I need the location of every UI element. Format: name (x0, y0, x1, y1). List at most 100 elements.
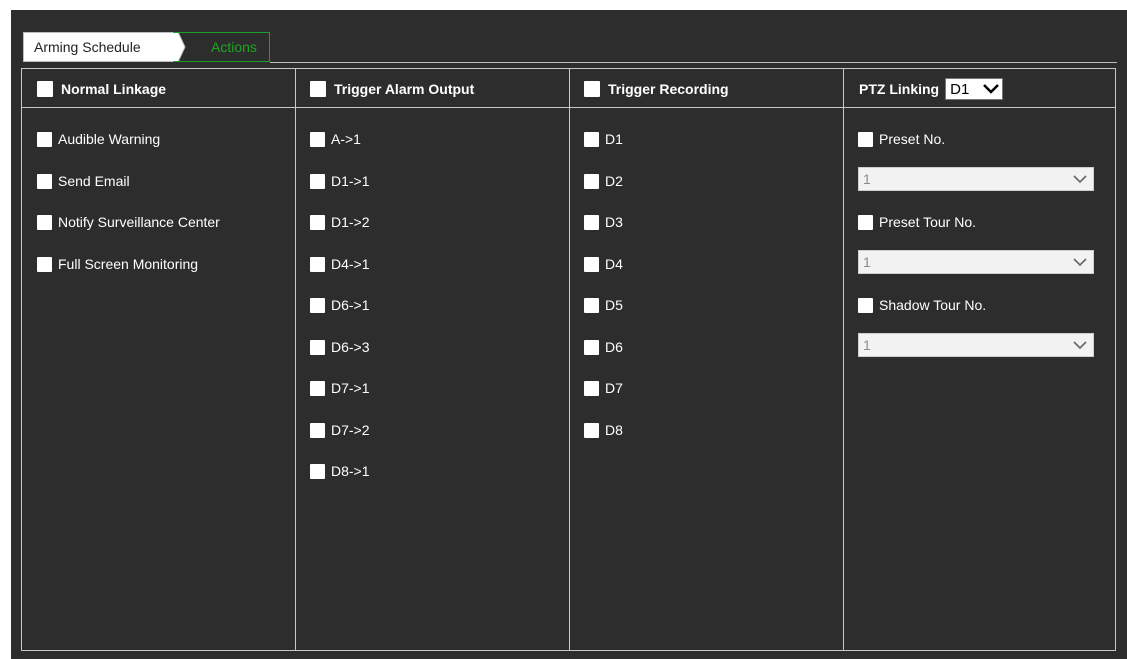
alarm-output-label: D7->2 (331, 422, 370, 438)
preset-tour-checkbox[interactable] (858, 214, 873, 230)
recording-channel-checkbox[interactable] (584, 380, 599, 396)
alarm-output-label: D4->1 (331, 256, 370, 272)
trigger-alarm-output-header: Trigger Alarm Output (310, 79, 474, 99)
recording-channel-label: D2 (605, 173, 623, 189)
notify-surveillance-center-label: Notify Surveillance Center (58, 214, 220, 230)
recording-channel-label: D8 (605, 422, 623, 438)
normal-linkage-checkbox[interactable] (37, 81, 53, 97)
column-trigger-recording: Trigger Recording D1 D2 D3 D4 D5 D6 D7 D… (569, 69, 843, 650)
preset-checkbox[interactable] (858, 131, 873, 147)
trigger-alarm-output-checkbox[interactable] (310, 81, 326, 97)
preset-tour-select[interactable]: 1 (858, 250, 1094, 274)
alarm-output-label: D6->1 (331, 297, 370, 313)
recording-channel-checkbox[interactable] (584, 131, 599, 147)
alarm-output-label: D6->3 (331, 339, 370, 355)
list-item: Notify Surveillance Center (37, 212, 220, 232)
list-item: Send Email (37, 171, 130, 191)
shadow-tour-checkbox[interactable] (858, 297, 873, 313)
shadow-tour-select[interactable]: 1 (858, 333, 1094, 357)
alarm-output-label: D7->1 (331, 380, 370, 396)
preset-select-value: 1 (863, 171, 871, 187)
recording-channel-label: D5 (605, 297, 623, 313)
alarm-output-checkbox[interactable] (310, 380, 325, 396)
full-screen-monitoring-label: Full Screen Monitoring (58, 256, 199, 272)
audible-warning-checkbox[interactable] (37, 131, 52, 147)
alarm-output-checkbox[interactable] (310, 256, 325, 272)
list-item: D1->1 (310, 171, 370, 191)
list-item: D3 (584, 212, 623, 232)
send-email-label: Send Email (58, 173, 130, 189)
recording-channel-label: D4 (605, 256, 623, 272)
list-item: A->1 (310, 129, 361, 149)
ptz-linking-label: PTZ Linking (859, 81, 940, 97)
recording-channel-checkbox[interactable] (584, 173, 599, 189)
recording-channel-label: D1 (605, 131, 623, 147)
recording-channel-label: D3 (605, 214, 623, 230)
trigger-recording-header: Trigger Recording (584, 79, 729, 99)
list-item: D8->1 (310, 461, 370, 481)
recording-channel-checkbox[interactable] (584, 339, 599, 355)
audible-warning-label: Audible Warning (58, 131, 161, 147)
chevron-down-icon (1073, 341, 1087, 350)
alarm-output-checkbox[interactable] (310, 422, 325, 438)
column-normal-linkage: Normal Linkage Audible Warning Send Emai… (22, 69, 295, 650)
preset-select[interactable]: 1 (858, 167, 1094, 191)
shadow-tour-select-value: 1 (863, 337, 871, 353)
column-trigger-alarm-output: Trigger Alarm Output A->1 D1->1 D1->2 D4… (295, 69, 569, 650)
tab-arming-schedule[interactable]: Arming Schedule (23, 32, 173, 62)
recording-channel-label: D6 (605, 339, 623, 355)
alarm-output-checkbox[interactable] (310, 214, 325, 230)
alarm-output-checkbox[interactable] (310, 131, 325, 147)
alarm-output-checkbox[interactable] (310, 173, 325, 189)
trigger-recording-checkbox[interactable] (584, 81, 600, 97)
list-item: D7->1 (310, 378, 370, 398)
alarm-output-label: D1->1 (331, 173, 370, 189)
alarm-output-checkbox[interactable] (310, 297, 325, 313)
list-item: D2 (584, 171, 623, 191)
alarm-output-label: D1->2 (331, 214, 370, 230)
full-screen-monitoring-checkbox[interactable] (37, 256, 52, 272)
normal-linkage-header: Normal Linkage (37, 79, 166, 99)
column-ptz-linking: PTZ Linking D1 Preset No. 1 Preset Tour … (843, 69, 1116, 650)
recording-channel-checkbox[interactable] (584, 297, 599, 313)
tab-actions[interactable]: Actions (173, 32, 270, 62)
alarm-output-checkbox[interactable] (310, 463, 325, 479)
chevron-down-icon (983, 84, 999, 94)
ptz-channel-select[interactable]: D1 (945, 78, 1004, 100)
ptz-linking-header: PTZ Linking D1 (859, 78, 1004, 100)
list-item: D5 (584, 295, 623, 315)
alarm-output-checkbox[interactable] (310, 339, 325, 355)
list-item: Preset No. (858, 129, 945, 149)
list-item: D4->1 (310, 254, 370, 274)
list-item: Audible Warning (37, 129, 160, 149)
alarm-output-label: D8->1 (331, 463, 370, 479)
recording-channel-checkbox[interactable] (584, 214, 599, 230)
send-email-checkbox[interactable] (37, 173, 52, 189)
list-item: Full Screen Monitoring (37, 254, 198, 274)
ptz-channel-value: D1 (950, 80, 970, 98)
list-item: D6->1 (310, 295, 370, 315)
normal-linkage-label: Normal Linkage (61, 81, 167, 97)
trigger-alarm-output-label: Trigger Alarm Output (334, 81, 475, 97)
list-item: D8 (584, 420, 623, 440)
linkage-grid: Normal Linkage Audible Warning Send Emai… (21, 68, 1116, 651)
list-item: D1->2 (310, 212, 370, 232)
recording-channel-checkbox[interactable] (584, 422, 599, 438)
shadow-tour-label: Shadow Tour No. (879, 297, 987, 313)
list-item: D7->2 (310, 420, 370, 440)
list-item: D6 (584, 337, 623, 357)
list-item: Preset Tour No. (858, 212, 976, 232)
alarm-output-label: A->1 (331, 131, 361, 147)
list-item: D6->3 (310, 337, 370, 357)
notify-surveillance-center-checkbox[interactable] (37, 214, 52, 230)
list-item: D7 (584, 378, 623, 398)
preset-label: Preset No. (879, 131, 946, 147)
list-item: D4 (584, 254, 623, 274)
chevron-down-icon (1073, 258, 1087, 267)
trigger-recording-label: Trigger Recording (608, 81, 729, 97)
preset-tour-label: Preset Tour No. (879, 214, 977, 230)
list-item: Shadow Tour No. (858, 295, 986, 315)
recording-channel-checkbox[interactable] (584, 256, 599, 272)
chevron-down-icon (1073, 175, 1087, 184)
list-item: D1 (584, 129, 623, 149)
